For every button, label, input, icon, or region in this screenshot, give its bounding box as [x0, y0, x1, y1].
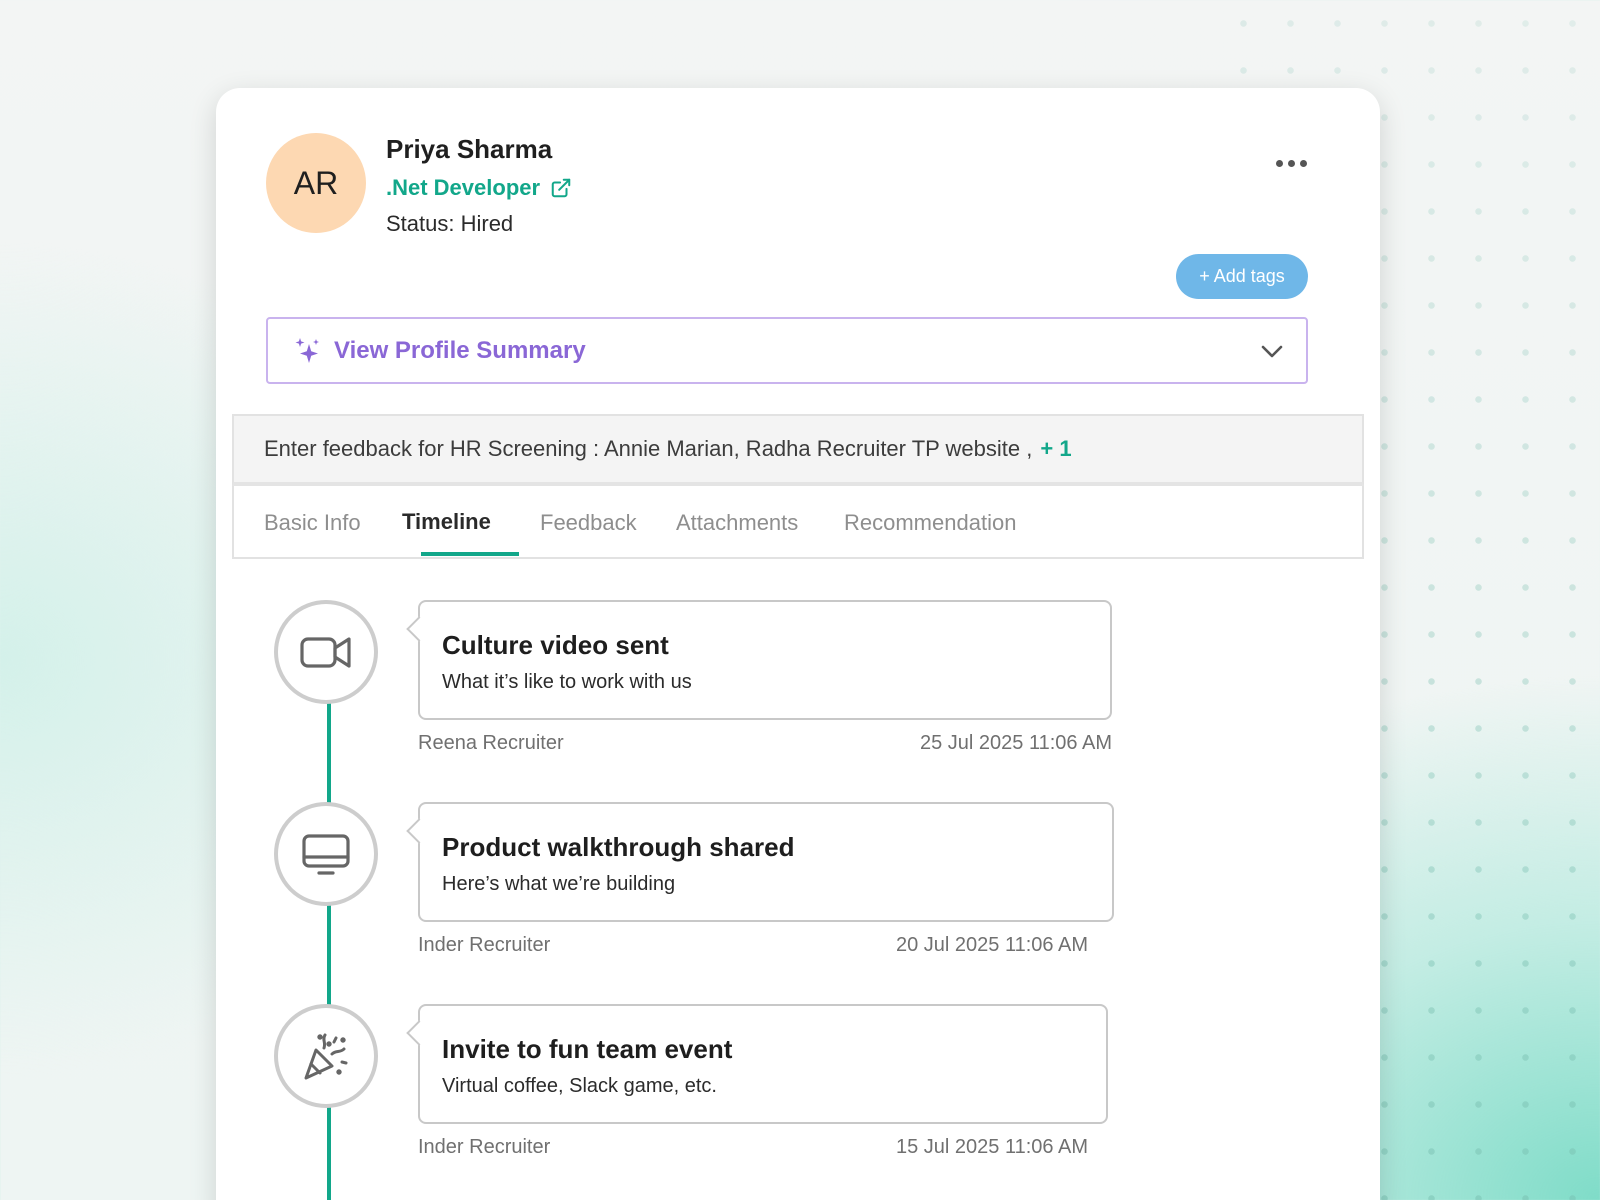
tab-feedback[interactable]: Feedback — [540, 510, 637, 536]
timeline-node — [274, 600, 378, 704]
timeline-item: Product walkthrough shared Here’s what w… — [418, 802, 1114, 922]
timeline-node — [274, 802, 378, 906]
active-tab-indicator — [421, 552, 519, 556]
tab-bar: Basic Info Timeline Feedback Attachments… — [232, 486, 1364, 559]
candidate-card: AR Priya Sharma .Net Developer Status: H… — [216, 88, 1380, 1200]
timeline-item-date: 15 Jul 2025 11:06 AM — [896, 1136, 1088, 1158]
sparkle-icon — [295, 337, 319, 363]
tab-basic-info[interactable]: Basic Info — [264, 510, 361, 536]
timeline-item-subtitle: Here’s what we’re building — [442, 873, 676, 895]
avatar: AR — [266, 133, 366, 233]
candidate-status: Status: Hired — [386, 211, 514, 236]
more-dot — [1275, 159, 1283, 167]
chevron-down-icon — [1261, 345, 1283, 358]
timeline-item: Invite to fun team event Virtual coffee,… — [418, 1004, 1108, 1124]
more-options-icon[interactable] — [1268, 148, 1314, 178]
timeline-rail — [327, 688, 331, 1200]
tab-attachments[interactable]: Attachments — [676, 510, 798, 536]
timeline-item-title: Culture video sent — [442, 630, 669, 660]
party-popper-icon — [304, 1033, 348, 1080]
video-camera-icon — [300, 637, 351, 668]
profile-summary-label: View Profile Summary — [334, 336, 586, 364]
timeline-item-subtitle: What it’s like to work with us — [442, 671, 692, 693]
profile-summary-dropdown[interactable]: View Profile Summary — [266, 317, 1308, 384]
timeline-item-author: Inder Recruiter — [418, 1136, 551, 1158]
timeline-item-author: Inder Recruiter — [418, 934, 551, 956]
timeline-item-date: 25 Jul 2025 11:06 AM — [920, 732, 1112, 754]
timeline-item-title: Product walkthrough shared — [442, 832, 795, 862]
timeline-item-author: Reena Recruiter — [418, 732, 564, 754]
timeline-item-title: Invite to fun team event — [442, 1034, 733, 1064]
add-tags-button[interactable]: + Add tags — [1176, 254, 1308, 299]
more-dot — [1287, 159, 1295, 167]
timeline-item: Culture video sent What it’s like to wor… — [418, 600, 1112, 720]
feedback-prompt-text: Enter feedback for HR Screening : Annie … — [264, 436, 1033, 461]
tab-timeline[interactable]: Timeline — [402, 509, 491, 535]
more-dot — [1299, 159, 1307, 167]
candidate-role-link[interactable]: .Net Developer — [386, 175, 572, 201]
feedback-extra-count[interactable]: + 1 — [1040, 436, 1071, 462]
candidate-role: .Net Developer — [386, 175, 541, 200]
timeline-item-date: 20 Jul 2025 11:06 AM — [896, 934, 1088, 956]
timeline-item-subtitle: Virtual coffee, Slack game, etc. — [442, 1075, 717, 1097]
external-link-icon — [551, 178, 571, 198]
timeline-node — [274, 1004, 378, 1108]
monitor-icon — [302, 834, 350, 875]
tab-recommendation[interactable]: Recommendation — [844, 510, 1016, 536]
candidate-name: Priya Sharma — [386, 134, 553, 164]
feedback-prompt-bar[interactable]: Enter feedback for HR Screening : Annie … — [232, 414, 1364, 486]
